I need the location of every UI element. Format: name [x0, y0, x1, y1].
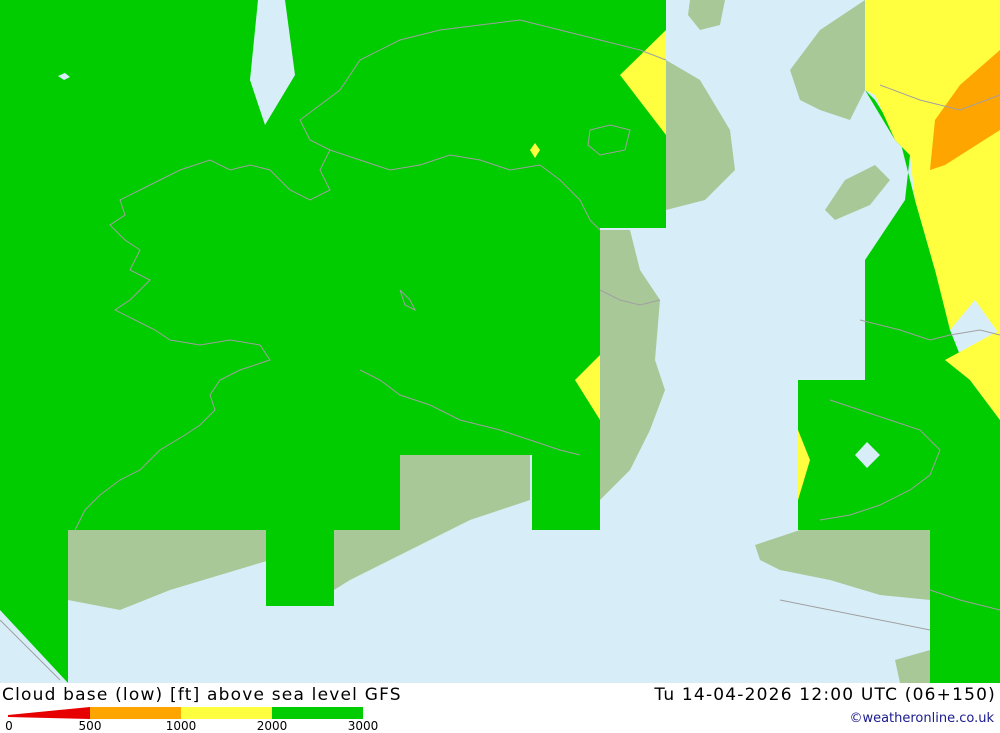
forecast-datetime: Tu 14-04-2026 12:00 UTC (06+150) [654, 685, 996, 705]
map-footer: Cloud base (low) [ft] above sea level GF… [0, 683, 1000, 733]
legend-tick-3000: 3000 [347, 719, 379, 733]
map-canvas [0, 0, 1000, 683]
legend-band-1000-2000 [181, 707, 272, 719]
legend-band-0-500 [8, 707, 90, 719]
legend-band-500-1000 [90, 707, 181, 719]
legend-tick-0: 0 [5, 719, 13, 733]
legend-band-2000-3000 [272, 707, 363, 719]
legend-tick-1000: 1000 [165, 719, 197, 733]
map-title: Cloud base (low) [ft] above sea level GF… [2, 685, 402, 705]
weather-map [0, 0, 1000, 683]
legend-tick-2000: 2000 [256, 719, 288, 733]
legend-tick-500: 500 [78, 719, 102, 733]
credit-link[interactable]: ©weatheronline.co.uk [849, 711, 994, 726]
